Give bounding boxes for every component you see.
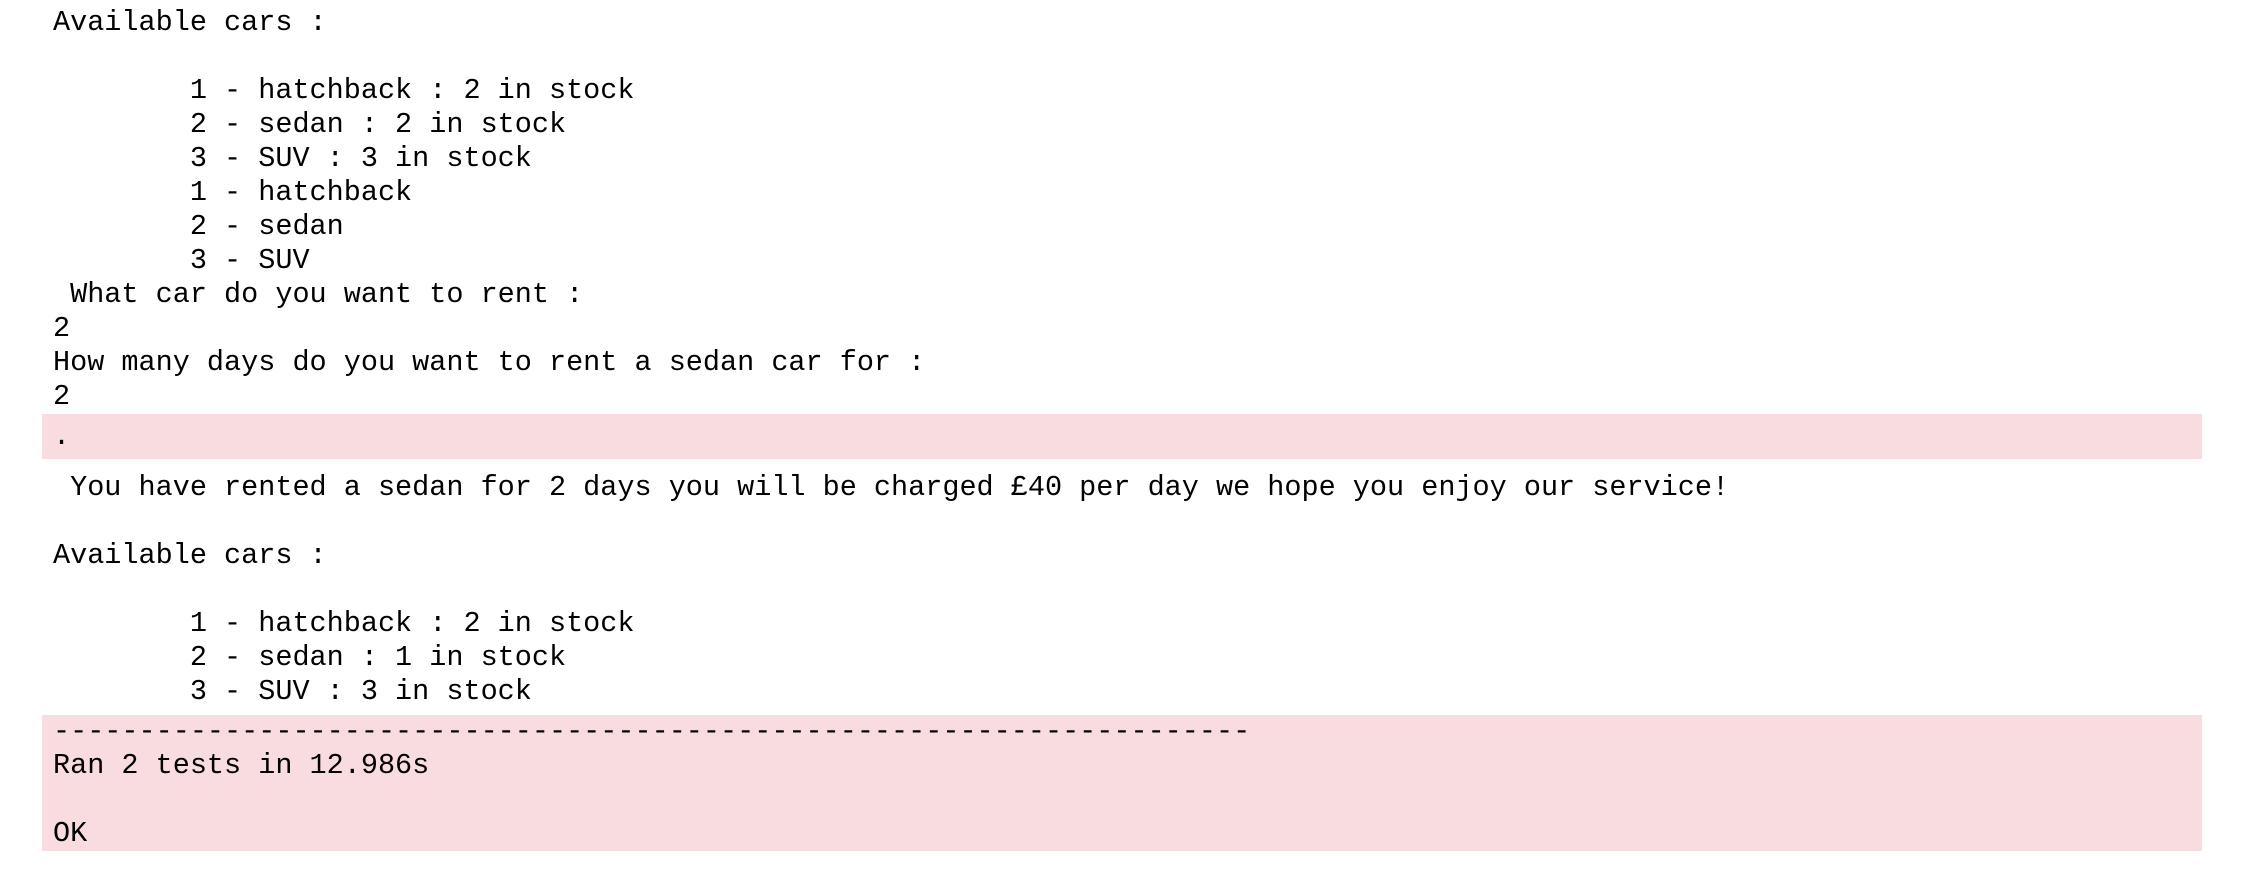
stderr-block-progress: . — [42, 414, 2202, 459]
stdout-text: Available cars : 1 - hatchback : 2 in st… — [53, 6, 926, 413]
stderr-progress-dot: . — [53, 420, 71, 453]
stdout-text: You have rented a sedan for 2 days you w… — [53, 471, 1730, 708]
stdout-block-result: You have rented a sedan for 2 days you w… — [42, 459, 2202, 709]
stderr-block-summary: ----------------------------------------… — [42, 715, 2202, 851]
test-summary-text: ----------------------------------------… — [53, 715, 1251, 850]
stdout-block-prompt: Available cars : 1 - hatchback : 2 in st… — [42, 0, 2202, 414]
cell-output-area: Available cars : 1 - hatchback : 2 in st… — [42, 0, 2202, 851]
